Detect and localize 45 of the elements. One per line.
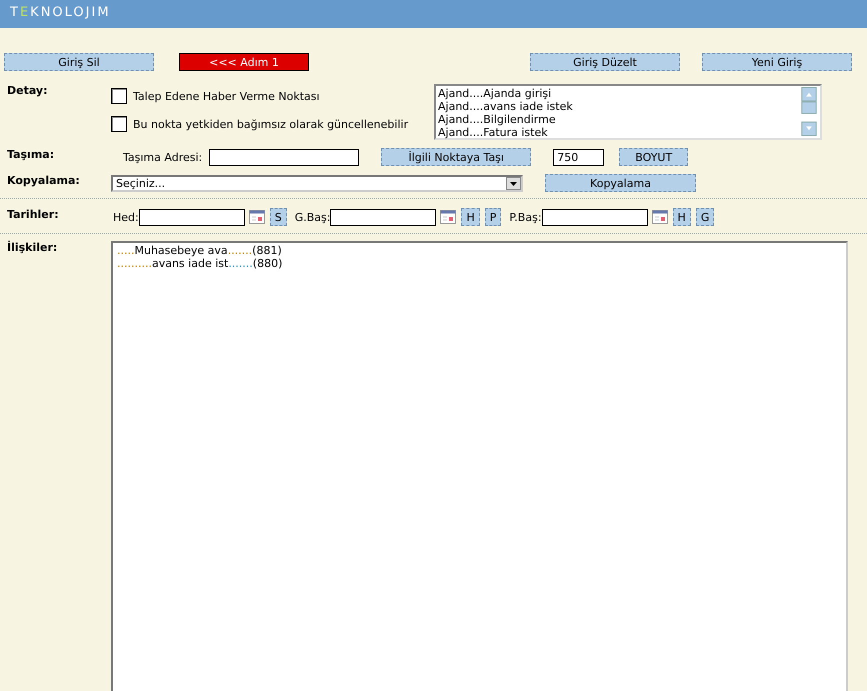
- list-box[interactable]: Ajand....Ajanda girişi Ajand....avans iade istek Ajand....Bilgilendirme Ajand....Fatura istek: [434, 84, 822, 140]
- date-field[interactable]: [330, 208, 436, 226]
- address-field[interactable]: [209, 148, 360, 166]
- checkbox-label: Talep Edene Haber Verme Noktası: [133, 90, 320, 102]
- calendar-icon[interactable]: [248, 210, 265, 224]
- date-button[interactable]: H: [461, 208, 480, 226]
- select-field[interactable]: Seçiniz...: [111, 174, 523, 192]
- logo: T E KNOLOJIM: [10, 5, 111, 20]
- move-button[interactable]: İlgili Noktaya Taşı: [381, 148, 532, 166]
- field-label: Taşıma Adresi:: [123, 150, 202, 164]
- action-button[interactable]: Giriş Sil: [4, 53, 154, 71]
- field-label: G.Baş:: [294, 210, 330, 224]
- field-label: Detay:: [7, 84, 49, 99]
- date-button[interactable]: H: [672, 208, 691, 226]
- step-back-button[interactable]: <<< Adım 1: [179, 53, 309, 71]
- size-button[interactable]: BOYUT: [619, 148, 688, 166]
- field-label: Hed:: [113, 210, 139, 224]
- field-label: Taşıma:: [7, 148, 56, 163]
- list-item[interactable]: Ajand....Fatura istek: [438, 126, 798, 139]
- list-item[interactable]: Ajand....Ajanda girişi: [438, 87, 798, 100]
- relations-area[interactable]: .....Muhasebeye ava.......(881) ..........avans iade ist.......(880): [111, 241, 848, 691]
- checkbox-label: Bu nokta yetkiden bağımsız olarak güncellenebilir: [133, 118, 408, 130]
- date-button[interactable]: S: [270, 208, 287, 226]
- field-label: Kopyalama:: [7, 174, 81, 189]
- calendar-icon[interactable]: [652, 210, 668, 224]
- checkbox[interactable]: [111, 116, 127, 132]
- field-label: Tarihler:: [7, 208, 60, 223]
- field-label: İlişkiler:: [7, 241, 58, 256]
- scrollbar[interactable]: [801, 87, 817, 137]
- date-field[interactable]: [138, 208, 245, 226]
- checkbox[interactable]: [111, 88, 127, 104]
- calendar-icon[interactable]: [440, 210, 456, 224]
- date-field[interactable]: [542, 208, 648, 226]
- action-button[interactable]: Yeni Giriş: [702, 53, 852, 71]
- date-button[interactable]: P: [484, 208, 502, 226]
- date-button[interactable]: G: [696, 208, 714, 226]
- size-field[interactable]: 750: [553, 148, 604, 166]
- action-button[interactable]: Giriş Düzelt: [530, 53, 680, 71]
- list-item[interactable]: Ajand....avans iade istek: [438, 100, 798, 113]
- relation-line: .....Muhasebeye ava.......(881): [117, 244, 282, 257]
- field-label: P.Baş:: [509, 210, 542, 224]
- relation-line: ..........avans iade ist.......(880): [117, 257, 282, 270]
- dropdown-icon[interactable]: [506, 176, 521, 190]
- copy-button[interactable]: Kopyalama: [545, 174, 696, 192]
- list-item[interactable]: Ajand....Bilgilendirme: [438, 113, 798, 126]
